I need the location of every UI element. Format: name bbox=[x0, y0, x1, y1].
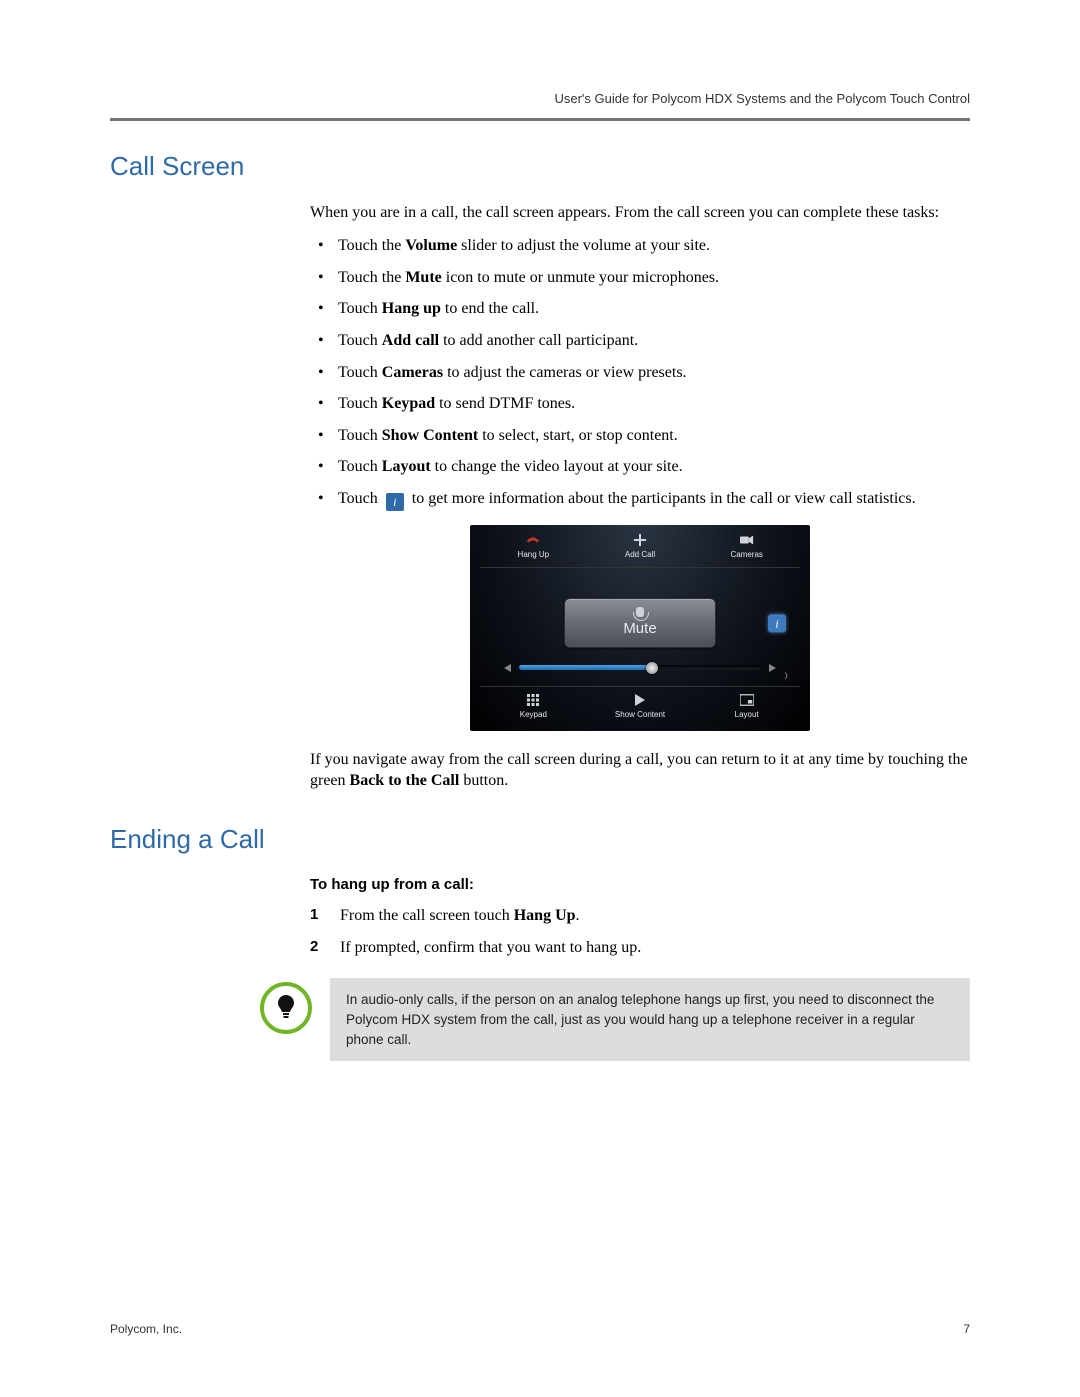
layout-icon bbox=[740, 693, 754, 707]
step-item: From the call screen touch Hang Up. bbox=[310, 905, 970, 927]
layout-button[interactable]: Layout bbox=[693, 693, 800, 721]
post-figure-paragraph: If you navigate away from the call scree… bbox=[310, 749, 970, 792]
heading-call-screen: Call Screen bbox=[110, 149, 970, 184]
page-number: 7 bbox=[963, 1321, 970, 1337]
info-button[interactable]: i bbox=[768, 614, 786, 632]
page: User's Guide for Polycom HDX Systems and… bbox=[0, 0, 1080, 1397]
volume-track bbox=[519, 665, 761, 670]
device-middle: Mute i bbox=[480, 572, 800, 682]
step-item: If prompted, confirm that you want to ha… bbox=[310, 937, 970, 959]
list-item: Touch i to get more information about th… bbox=[310, 488, 970, 511]
volume-fill bbox=[519, 665, 652, 670]
plus-icon bbox=[633, 533, 647, 547]
note: In audio-only calls, if the person on an… bbox=[260, 978, 970, 1061]
volume-thumb[interactable] bbox=[646, 662, 658, 674]
heading-ending-call: Ending a Call bbox=[110, 822, 970, 857]
list-item: Touch Keypad to send DTMF tones. bbox=[310, 393, 970, 415]
header-rule bbox=[110, 118, 970, 121]
cameras-button[interactable]: Cameras bbox=[693, 533, 800, 561]
show-content-button[interactable]: Show Content bbox=[587, 693, 694, 721]
page-footer: Polycom, Inc. 7 bbox=[110, 1321, 970, 1337]
device-bottom-row: Keypad Show Content Layout bbox=[480, 686, 800, 721]
play-icon bbox=[633, 693, 647, 707]
add-call-button[interactable]: Add Call bbox=[587, 533, 694, 561]
list-item: Touch the Volume slider to adjust the vo… bbox=[310, 235, 970, 257]
volume-slider[interactable] bbox=[488, 664, 792, 672]
task-list: Touch the Volume slider to adjust the vo… bbox=[310, 235, 970, 511]
volume-up-icon bbox=[769, 664, 776, 672]
intro-paragraph: When you are in a call, the call screen … bbox=[310, 202, 970, 224]
info-icon: i bbox=[386, 493, 404, 511]
running-header: User's Guide for Polycom HDX Systems and… bbox=[110, 90, 970, 108]
call-screen-figure: Hang Up Add Call Cameras bbox=[470, 525, 810, 731]
steps-list: From the call screen touch Hang Up. If p… bbox=[310, 905, 970, 958]
hang-up-icon bbox=[526, 533, 540, 547]
mute-button[interactable]: Mute bbox=[564, 598, 716, 648]
subheading-hang-up: To hang up from a call: bbox=[310, 875, 970, 895]
camera-icon bbox=[740, 533, 754, 547]
list-item: Touch the Mute icon to mute or unmute yo… bbox=[310, 267, 970, 289]
device-top-row: Hang Up Add Call Cameras bbox=[480, 533, 800, 568]
list-item: Touch Add call to add another call parti… bbox=[310, 330, 970, 352]
note-text: In audio-only calls, if the person on an… bbox=[330, 978, 970, 1061]
footer-company: Polycom, Inc. bbox=[110, 1321, 182, 1337]
list-item: Touch Cameras to adjust the cameras or v… bbox=[310, 362, 970, 384]
note-bulb-icon bbox=[260, 982, 312, 1034]
keypad-button[interactable]: Keypad bbox=[480, 693, 587, 721]
list-item: Touch Layout to change the video layout … bbox=[310, 456, 970, 478]
mic-icon bbox=[636, 607, 644, 617]
keypad-icon bbox=[526, 693, 540, 707]
list-item: Touch Show Content to select, start, or … bbox=[310, 425, 970, 447]
volume-down-icon bbox=[504, 664, 511, 672]
hang-up-button[interactable]: Hang Up bbox=[480, 533, 587, 561]
list-item: Touch Hang up to end the call. bbox=[310, 298, 970, 320]
